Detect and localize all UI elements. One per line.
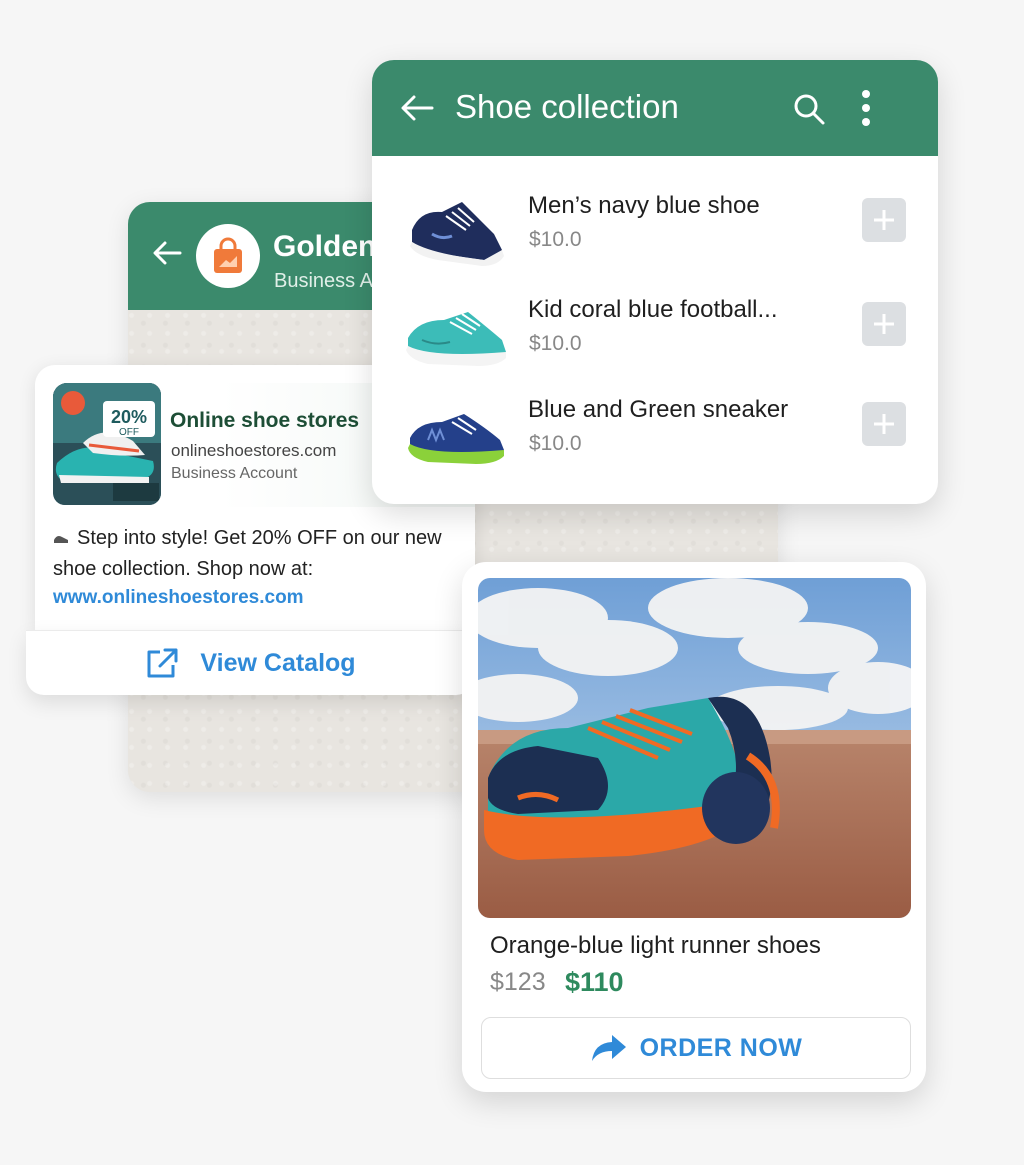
sale-price: $110 (565, 967, 624, 997)
discount-badge-text: 20% (111, 407, 147, 427)
item-name: Blue and Green sneaker (528, 396, 789, 423)
product-name: Orange-blue light runner shoes (490, 932, 821, 959)
order-now-label: ORDER NOW (639, 1033, 803, 1062)
original-price: $123 (490, 968, 546, 996)
promo-text: Step into style! Get 20% OFF on our new … (53, 523, 463, 585)
navy-shoe-image (410, 202, 504, 266)
sneaker-emoji-icon (54, 536, 68, 543)
chat-title: Golden (273, 230, 377, 263)
add-button[interactable] (862, 198, 906, 242)
view-catalog-button[interactable]: View Catalog (26, 630, 474, 695)
chat-subtitle: Business A (274, 270, 373, 292)
shopping-bag-icon (214, 237, 242, 273)
plus-icon (874, 414, 894, 434)
view-catalog-label: View Catalog (200, 648, 356, 677)
external-link-icon (147, 648, 178, 678)
runner-shoe-photo (478, 578, 911, 918)
sneaker-ad-image: 20% OFF (53, 383, 161, 505)
arrow-left-icon[interactable] (150, 236, 184, 270)
add-button[interactable] (862, 302, 906, 346)
store-name: Online shoe stores (170, 409, 360, 432)
discount-badge-sub: OFF (119, 427, 139, 438)
plus-icon (874, 210, 894, 230)
collection-header: Shoe collection (372, 60, 938, 156)
more-vertical-icon[interactable] (856, 88, 876, 128)
coral-blue-shoe-image (406, 312, 506, 366)
promo-thumbnail: 20% OFF (53, 383, 161, 505)
product-card: Orange-blue light runner shoes $123 $110… (462, 562, 926, 1092)
collection-title: Shoe collection (455, 88, 679, 125)
promo-message-text: Step into style! Get 20% OFF on our new … (53, 527, 442, 580)
store-site: onlineshoestores.com (171, 441, 337, 460)
share-arrow-icon (591, 1035, 626, 1061)
blue-green-sneaker-image (408, 414, 504, 464)
item-price: $10.0 (529, 332, 582, 355)
add-button[interactable] (862, 402, 906, 446)
item-name: Kid coral blue football... (528, 296, 778, 323)
order-now-button[interactable]: ORDER NOW (481, 1017, 911, 1079)
product-image[interactable] (478, 578, 911, 918)
store-account-type: Business Account (171, 465, 298, 482)
collection-item[interactable]: Kid coral blue football... $10.0 (372, 282, 938, 382)
avatar[interactable] (196, 224, 260, 288)
plus-icon (874, 314, 894, 334)
arrow-left-icon[interactable] (398, 92, 436, 124)
item-price: $10.0 (529, 228, 582, 251)
collection-item[interactable]: Blue and Green sneaker $10.0 (372, 382, 938, 482)
shoe-collection-panel: Shoe collection Men’s navy blue shoe $10… (372, 60, 938, 504)
promo-url-link[interactable]: www.onlineshoestores.com (53, 587, 304, 609)
search-icon[interactable] (792, 92, 826, 126)
collection-item[interactable]: Men’s navy blue shoe $10.0 (372, 178, 938, 278)
item-price: $10.0 (529, 432, 582, 455)
item-name: Men’s navy blue shoe (528, 192, 760, 219)
